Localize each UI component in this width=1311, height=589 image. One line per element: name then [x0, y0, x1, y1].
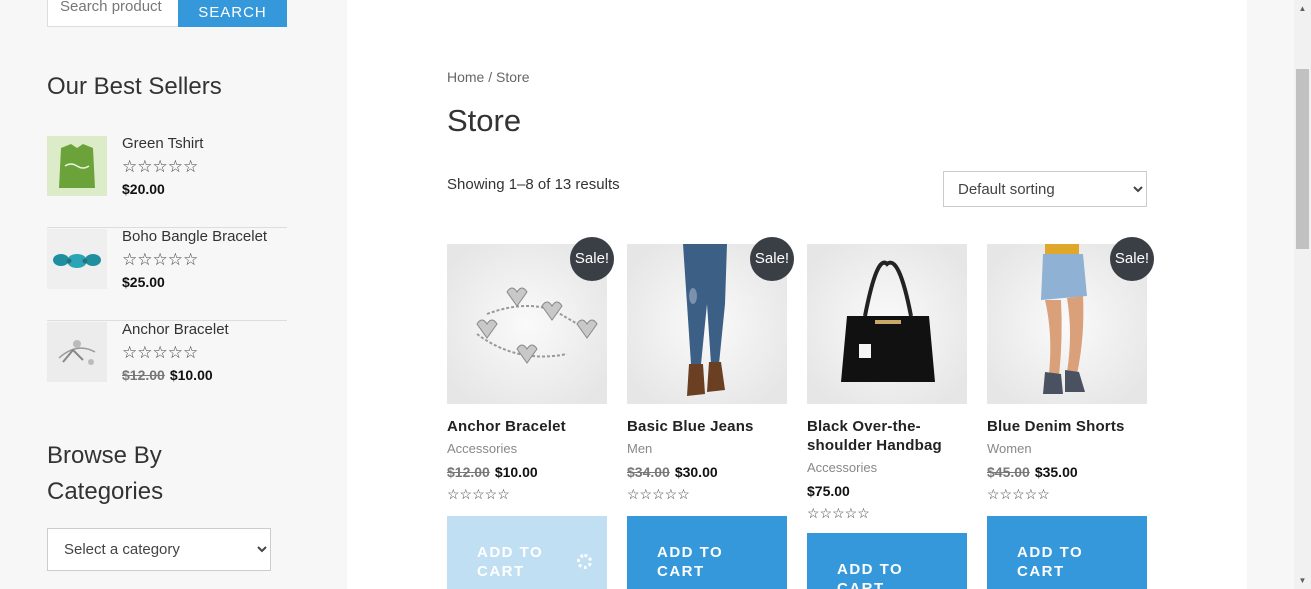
search-input[interactable] [47, 0, 178, 27]
sale-badge: Sale! [570, 237, 614, 281]
scroll-up-arrow-icon[interactable]: ▲ [1294, 0, 1311, 17]
sale-price: $10.00 [494, 464, 538, 480]
sale-price: $10.00 [169, 367, 213, 383]
breadcrumb-home-link[interactable]: Home [447, 69, 484, 85]
product-card: Sale! Anchor Bracelet Accessories $12.00… [447, 237, 614, 589]
product-category: Women [987, 441, 1032, 456]
rating-stars: ☆☆☆☆☆ [447, 486, 510, 502]
best-seller-link-green-tshirt[interactable]: Green Tshirt [122, 134, 203, 154]
rating-stars: ☆☆☆☆☆ [122, 157, 199, 176]
add-to-cart-label: ADD TO CART [477, 544, 544, 580]
product-category: Accessories [807, 460, 878, 475]
add-to-cart-button[interactable]: ADD TO CART [627, 516, 787, 589]
scrollbar-thumb[interactable] [1296, 69, 1309, 249]
price: $25.00 [122, 274, 165, 290]
add-to-cart-label: ADD TO CART [837, 561, 904, 589]
categories-title: Browse By Categories [47, 442, 164, 505]
product-card: Sale! Basic Blue Jeans Men $34.00 $30.00 … [627, 237, 794, 589]
product-card: Black Over-the-shoulder Handbag Accessor… [807, 244, 967, 589]
vertical-scrollbar[interactable]: ▲ ▼ [1294, 0, 1311, 589]
sale-price: $35.00 [1034, 464, 1078, 480]
regular-price: $75.00 [807, 483, 850, 499]
sale-badge: Sale! [1110, 237, 1154, 281]
add-to-cart-button[interactable]: ADD TO CART [987, 516, 1147, 589]
add-to-cart-button[interactable]: ADD TO CART [447, 516, 607, 589]
loading-spinner-icon [577, 554, 592, 569]
product-grid: Sale! Anchor Bracelet Accessories $12.00… [447, 237, 1167, 589]
best-seller-link-boho-bangle-bracelet[interactable]: Boho Bangle Bracelet [122, 227, 267, 247]
anchor-bracelet-thumbnail[interactable] [47, 322, 107, 382]
product-category: Accessories [447, 441, 518, 456]
product-price: $75.00 [807, 482, 967, 500]
product-card: Sale! Blue Denim Shorts Women $45.00 $35.… [987, 237, 1154, 589]
old-price: $34.00 [627, 464, 670, 480]
category-select[interactable]: Select a category [47, 528, 271, 571]
handbag-icon [807, 244, 967, 404]
sale-price: $30.00 [674, 464, 718, 480]
sort-select[interactable]: Default sorting [943, 171, 1147, 207]
scroll-down-arrow-icon[interactable]: ▼ [1294, 572, 1311, 589]
main-content: Home / Store Store Showing 1–8 of 13 res… [347, 0, 1247, 589]
add-to-cart-button[interactable]: ADD TO CART [807, 533, 967, 589]
rating-stars: ☆☆☆☆☆ [122, 250, 199, 269]
old-price: $12.00 [447, 464, 490, 480]
result-count: Showing 1–8 of 13 results [447, 176, 620, 193]
price: $20.00 [122, 181, 165, 197]
old-price: $45.00 [987, 464, 1030, 480]
product-title[interactable]: Basic Blue Jeans [627, 417, 787, 436]
list-item: Green Tshirt ☆☆☆☆☆ $20.00 [47, 135, 287, 228]
page-title: Store [447, 103, 522, 138]
rating-stars: ☆☆☆☆☆ [807, 505, 870, 521]
old-price: $12.00 [122, 367, 165, 383]
list-item: Boho Bangle Bracelet ☆☆☆☆☆ $25.00 [47, 228, 287, 321]
product-price: $45.00 $35.00 [987, 463, 1147, 481]
rating-stars: ☆☆☆☆☆ [627, 486, 690, 502]
rating-stars: ☆☆☆☆☆ [122, 343, 199, 362]
product-title[interactable]: Black Over-the-shoulder Handbag [807, 417, 967, 455]
product-search-form: SEARCH [47, 0, 287, 27]
product-title[interactable]: Anchor Bracelet [447, 417, 607, 436]
breadcrumb-separator: / [484, 69, 497, 85]
search-button[interactable]: SEARCH [178, 0, 287, 27]
add-to-cart-label: ADD TO CART [1017, 544, 1084, 580]
add-to-cart-label: ADD TO CART [657, 544, 724, 580]
sidebar: SEARCH Our Best Sellers Green Tshirt ☆☆☆… [0, 0, 347, 589]
sale-badge: Sale! [750, 237, 794, 281]
price: $12.00 $10.00 [122, 366, 229, 384]
list-item: Anchor Bracelet ☆☆☆☆☆ $12.00 $10.00 [47, 321, 287, 414]
product-price: $34.00 $30.00 [627, 463, 787, 481]
breadcrumb: Home / Store [447, 69, 530, 85]
anchor-bracelet-icon [47, 322, 107, 382]
boho-bangle-bracelet-thumbnail[interactable] [47, 229, 107, 289]
rating-stars: ☆☆☆☆☆ [987, 486, 1050, 502]
best-sellers-list: Green Tshirt ☆☆☆☆☆ $20.00 Boho Bangle Br… [47, 135, 287, 414]
product-image-link[interactable] [807, 244, 967, 404]
green-tshirt-icon [47, 136, 107, 196]
product-category: Men [627, 441, 653, 456]
green-tshirt-thumbnail[interactable] [47, 136, 107, 196]
bangle-bracelet-icon [47, 229, 107, 289]
product-price: $12.00 $10.00 [447, 463, 607, 481]
best-seller-link-anchor-bracelet[interactable]: Anchor Bracelet [122, 320, 229, 340]
breadcrumb-current: Store [496, 69, 530, 85]
best-sellers-title: Our Best Sellers [47, 73, 222, 100]
product-title[interactable]: Blue Denim Shorts [987, 417, 1147, 436]
